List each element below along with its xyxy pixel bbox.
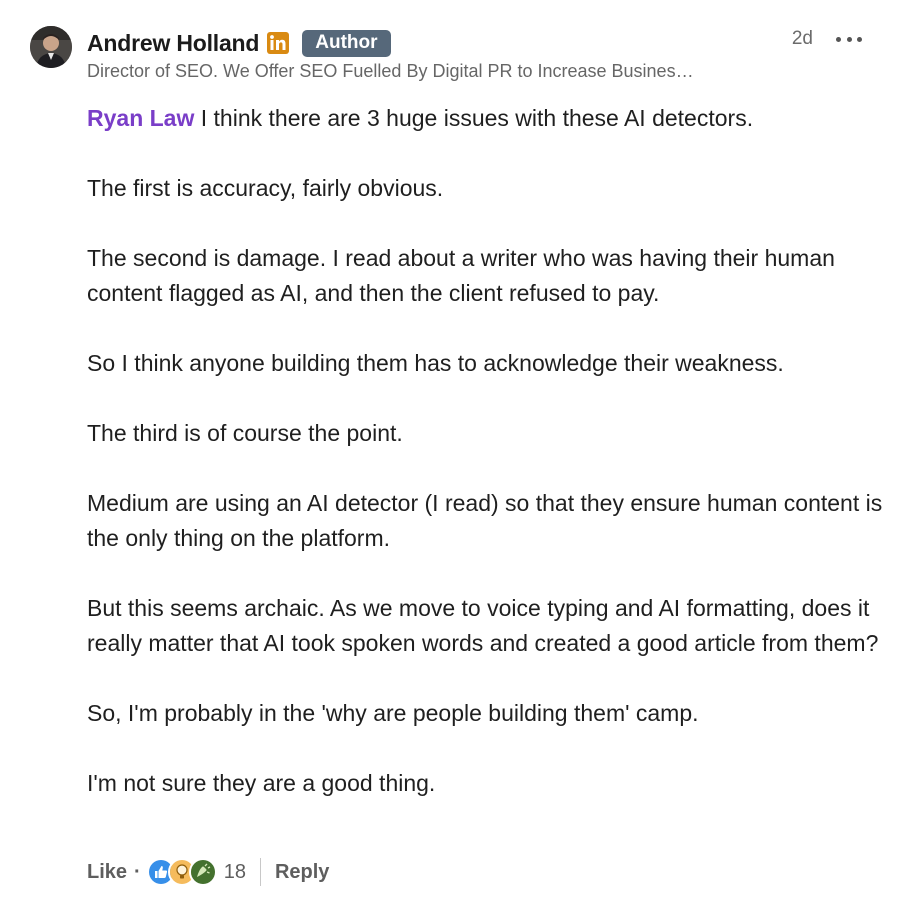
comment-paragraph: So I think anyone building them has to a… xyxy=(87,350,784,376)
comment-header: Andrew Holland Author Director of SEO. W… xyxy=(87,26,880,82)
more-dot-icon xyxy=(857,36,862,42)
avatar[interactable] xyxy=(30,26,72,68)
author-headline: Director of SEO. We Offer SEO Fuelled By… xyxy=(87,61,694,81)
comment-actions: Like · 18 Reply xyxy=(87,856,329,888)
linkedin-premium-icon xyxy=(267,32,290,54)
paragraph-text: I think there are 3 huge issues with the… xyxy=(194,105,754,131)
action-divider xyxy=(259,858,261,886)
more-options-button[interactable] xyxy=(836,30,862,48)
mention-link[interactable]: Ryan Law xyxy=(87,105,194,131)
comment-paragraph: Ryan Law I think there are 3 huge issues… xyxy=(87,101,887,136)
reply-button[interactable]: Reply xyxy=(275,861,329,884)
comment-paragraph: The second is damage. I read about a wri… xyxy=(87,245,835,306)
comment-body: Ryan Law I think there are 3 huge issues… xyxy=(87,101,887,836)
comment-paragraph: The third is of course the point. xyxy=(87,420,403,446)
celebrate-icon xyxy=(188,858,217,886)
like-button[interactable]: Like xyxy=(87,861,127,884)
comment-paragraph: So, I'm probably in the 'why are people … xyxy=(87,700,699,726)
comment-paragraph: The first is accuracy, fairly obvious. xyxy=(87,175,444,201)
separator: · xyxy=(134,860,141,883)
reaction-count[interactable]: 18 xyxy=(224,861,246,884)
author-badge: Author xyxy=(302,29,391,57)
comment-paragraph: But this seems archaic. As we move to vo… xyxy=(87,595,879,656)
avatar-photo xyxy=(30,26,72,68)
timestamp: 2d xyxy=(791,28,813,49)
reactions[interactable] xyxy=(146,858,217,886)
comment-paragraph: I'm not sure they are a good thing. xyxy=(87,770,436,796)
comment-paragraph: Medium are using an AI detector (I read)… xyxy=(87,490,883,551)
author-name[interactable]: Andrew Holland xyxy=(87,30,259,57)
more-dot-icon xyxy=(846,36,852,42)
name-row: Andrew Holland Author xyxy=(87,26,880,60)
comment: Andrew Holland Author Director of SEO. W… xyxy=(0,0,900,904)
more-dot-icon xyxy=(836,36,841,42)
